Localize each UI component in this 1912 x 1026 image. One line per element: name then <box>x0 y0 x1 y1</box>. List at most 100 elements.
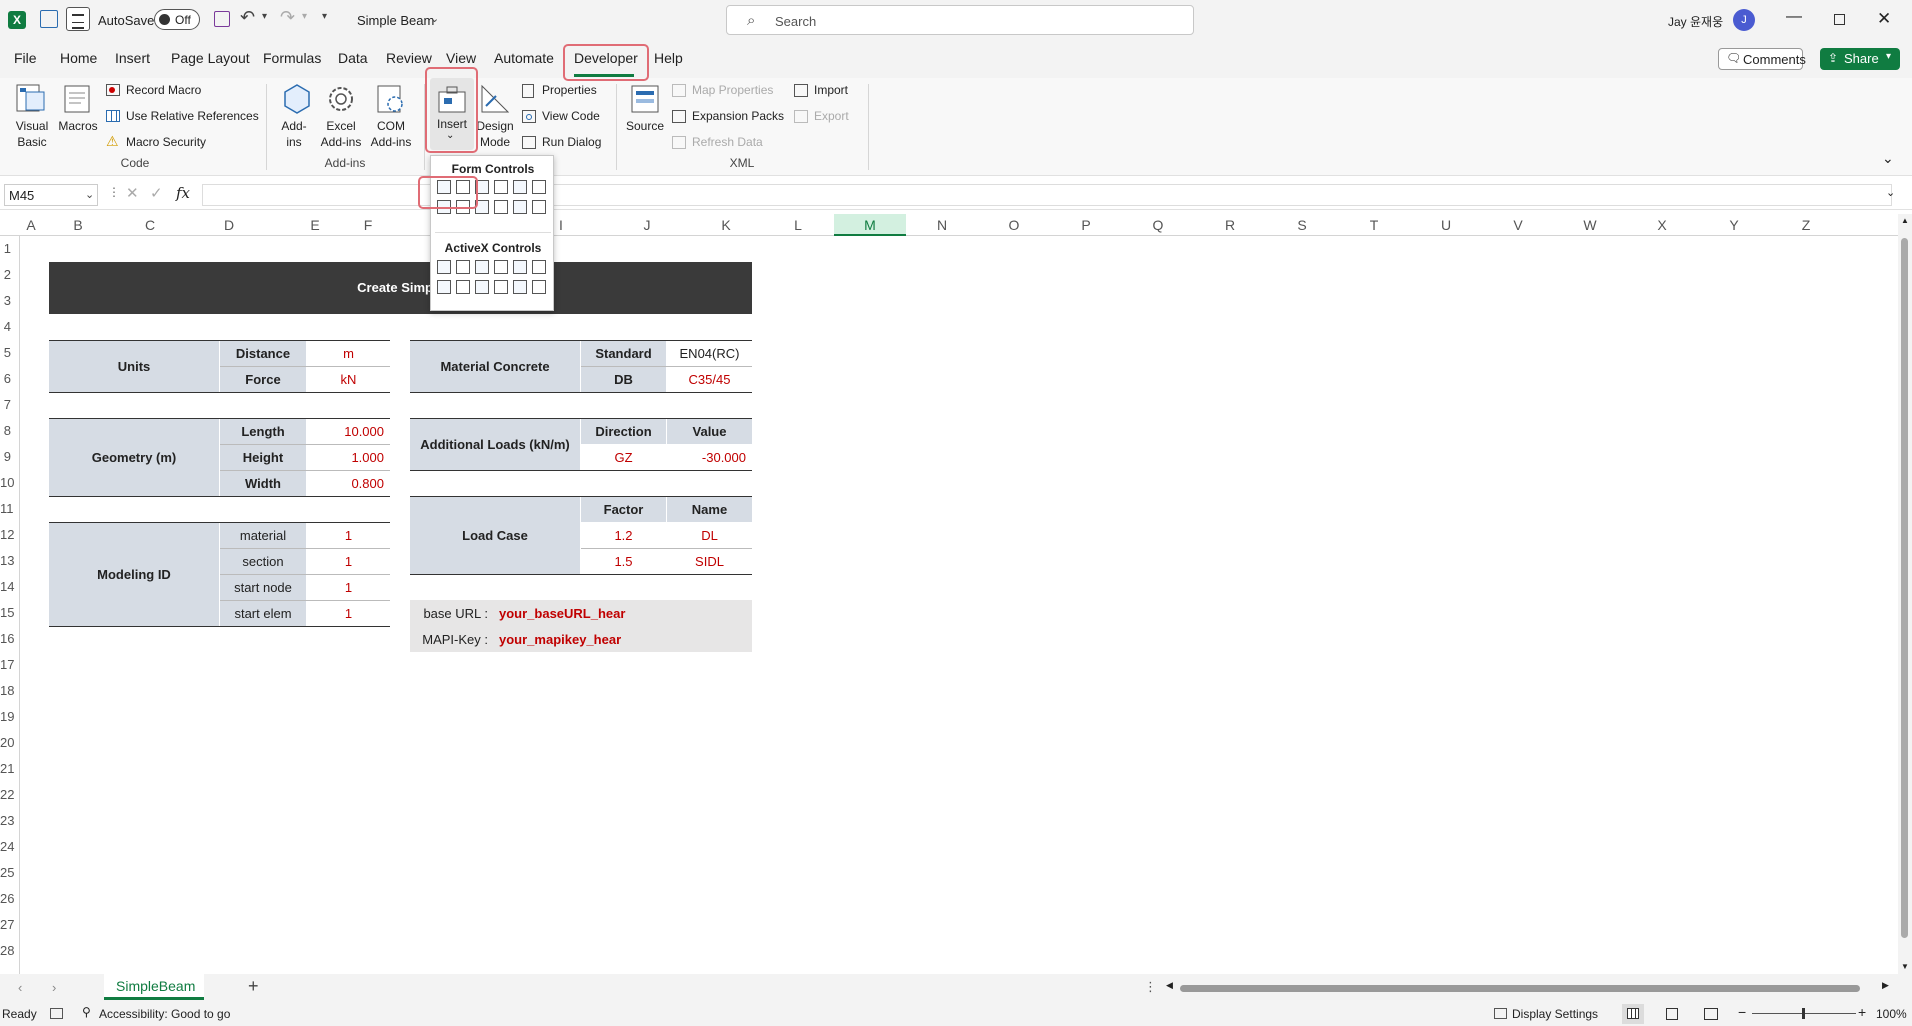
row-header-8[interactable]: 8 <box>0 423 19 438</box>
accessibility-status[interactable]: Accessibility: Good to go <box>99 1007 230 1021</box>
force-value[interactable]: kN <box>307 367 390 392</box>
row-header-15[interactable]: 15 <box>0 605 19 620</box>
row-header-26[interactable]: 26 <box>0 891 19 906</box>
width-value[interactable]: 0.800 <box>307 471 390 496</box>
vertical-scrollbar[interactable]: ▲ ▼ <box>1898 214 1912 974</box>
column-header-s[interactable]: S <box>1266 217 1338 233</box>
row-header-18[interactable]: 18 <box>0 683 19 698</box>
column-header-k[interactable]: K <box>690 217 762 233</box>
row-header-22[interactable]: 22 <box>0 787 19 802</box>
use-relative-references-button[interactable]: Use Relative References <box>106 108 266 128</box>
horizontal-scroll-thumb[interactable] <box>1180 985 1860 992</box>
scroll-left-icon[interactable]: ‹ <box>18 980 22 995</box>
refresh-data-button[interactable]: Refresh Data <box>672 134 782 154</box>
column-header-r[interactable]: R <box>1194 217 1266 233</box>
minimize-icon[interactable]: — <box>1786 8 1802 26</box>
section-id-value[interactable]: 1 <box>307 549 390 574</box>
restore-icon[interactable] <box>1834 14 1845 25</box>
menu-icon[interactable] <box>66 7 90 31</box>
tab-data[interactable]: Data <box>338 50 368 66</box>
run-dialog-button[interactable]: Run Dialog <box>522 134 612 154</box>
scroll-down-icon[interactable]: ▼ <box>1901 962 1909 971</box>
combo-box-activex-icon[interactable] <box>456 260 470 274</box>
factor-2-value[interactable]: 1.5 <box>581 549 666 574</box>
row-header-27[interactable]: 27 <box>0 917 19 932</box>
display-settings-button[interactable]: Display Settings <box>1512 1007 1598 1021</box>
row-header-25[interactable]: 25 <box>0 865 19 880</box>
enter-icon[interactable]: ✓ <box>150 184 163 202</box>
column-header-e[interactable]: E <box>272 217 358 233</box>
macros-button[interactable]: Macros <box>56 118 100 134</box>
standard-value[interactable]: EN04(RC) <box>667 341 752 366</box>
distance-value[interactable]: m <box>307 341 390 366</box>
height-value[interactable]: 1.000 <box>307 445 390 470</box>
mapi-key-value[interactable]: your_mapikey_hear <box>497 627 697 652</box>
share-button[interactable]: ⇪ Share ▾ <box>1820 48 1900 70</box>
length-value[interactable]: 10.000 <box>307 419 390 444</box>
start-elem-value[interactable]: 1 <box>307 601 390 626</box>
column-header-p[interactable]: P <box>1050 217 1122 233</box>
toggle-button-activex-icon[interactable] <box>513 280 527 294</box>
expansion-packs-button[interactable]: Expansion Packs <box>672 108 784 128</box>
column-header-w[interactable]: W <box>1554 217 1626 233</box>
column-header-f[interactable]: F <box>358 217 378 233</box>
name-box[interactable]: M45 ⌄ <box>4 184 98 206</box>
row-header-12[interactable]: 12 <box>0 527 19 542</box>
vertical-scroll-thumb[interactable] <box>1901 238 1908 938</box>
import-button[interactable]: Import <box>794 82 864 102</box>
column-header-m[interactable]: M <box>834 214 906 236</box>
row-header-28[interactable]: 28 <box>0 943 19 958</box>
list-box-activex-icon[interactable] <box>494 260 508 274</box>
page-break-view-icon[interactable] <box>1704 1008 1718 1020</box>
design-mode-icon[interactable] <box>478 82 512 118</box>
comments-button[interactable]: 🗨 Comments <box>1718 48 1806 70</box>
scroll-left-arrow-icon[interactable]: ◀ <box>1166 980 1173 991</box>
export-button[interactable]: Export <box>794 108 864 128</box>
collapse-ribbon-icon[interactable]: ⌄ <box>1882 150 1894 167</box>
row-header-7[interactable]: 7 <box>0 397 19 412</box>
row-header-14[interactable]: 14 <box>0 579 19 594</box>
add-sheet-icon[interactable]: + <box>248 976 259 997</box>
cancel-icon[interactable]: ✕ <box>126 184 139 202</box>
document-title[interactable]: Simple Beam <box>357 13 434 28</box>
combo-drop-down-form-control-icon[interactable] <box>532 200 546 214</box>
list-box-form-control-icon[interactable] <box>513 180 527 194</box>
column-header-u[interactable]: U <box>1410 217 1482 233</box>
source-button[interactable]: Source <box>622 118 668 134</box>
column-header-z[interactable]: Z <box>1770 217 1842 233</box>
tab-insert[interactable]: Insert <box>115 50 150 66</box>
com-add-ins-icon[interactable] <box>374 82 408 118</box>
macro-security-button[interactable]: ⚠ Macro Security <box>106 133 266 154</box>
column-header-d[interactable]: D <box>186 217 272 233</box>
option-button-form-control-icon[interactable] <box>532 180 546 194</box>
chevron-down-icon[interactable]: ⌄ <box>430 12 439 25</box>
name-1-value[interactable]: DL <box>667 523 752 548</box>
text-box-activex-icon[interactable] <box>513 260 527 274</box>
more-options-icon[interactable]: ⋮ <box>1144 979 1157 995</box>
redo-icon[interactable]: ↷ <box>280 7 295 28</box>
column-header-b[interactable]: B <box>42 217 114 233</box>
macros-icon[interactable] <box>61 82 95 118</box>
sheet-tab-simplebeam[interactable]: SimpleBeam <box>104 974 204 1000</box>
properties-button[interactable]: Properties <box>522 82 612 102</box>
label-activex-icon[interactable] <box>475 280 489 294</box>
expand-formula-bar-icon[interactable]: ⌄ <box>1886 186 1895 199</box>
tab-review[interactable]: Review <box>386 50 432 66</box>
zoom-level[interactable]: 100% <box>1876 1007 1907 1021</box>
row-header-19[interactable]: 19 <box>0 709 19 724</box>
add-ins-icon[interactable] <box>280 82 314 118</box>
factor-1-value[interactable]: 1.2 <box>581 523 666 548</box>
material-id-value[interactable]: 1 <box>307 523 390 548</box>
excel-add-ins-button[interactable]: Excel Add-ins <box>316 118 366 150</box>
macro-recording-icon[interactable] <box>50 1008 63 1019</box>
column-header-v[interactable]: V <box>1482 217 1554 233</box>
zoom-out-icon[interactable]: − <box>1738 1004 1746 1020</box>
tab-view[interactable]: View <box>446 50 476 66</box>
spin-button-form-control-icon[interactable] <box>494 180 508 194</box>
row-header-5[interactable]: 5 <box>0 345 19 360</box>
tab-formulas[interactable]: Formulas <box>263 50 321 66</box>
form-icon[interactable] <box>40 10 58 28</box>
column-header-n[interactable]: N <box>906 217 978 233</box>
row-header-11[interactable]: 11 <box>0 501 19 516</box>
tab-file[interactable]: File <box>14 50 37 66</box>
